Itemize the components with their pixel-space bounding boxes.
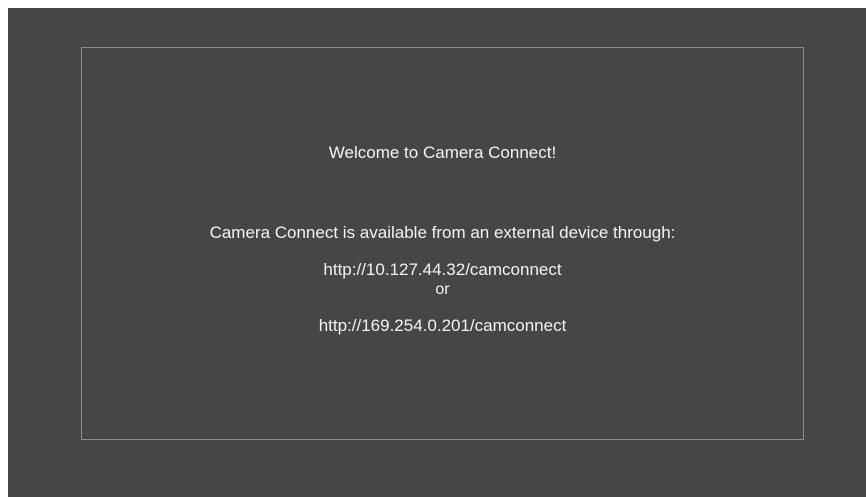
camera-connect-screen: Welcome to Camera Connect! Camera Connec… bbox=[8, 8, 866, 497]
welcome-message: Welcome to Camera Connect! bbox=[328, 143, 557, 162]
url-separator-text: or bbox=[435, 281, 450, 298]
camconnect-url-secondary: http://169.254.0.201/camconnect bbox=[318, 316, 567, 335]
availability-message: Camera Connect is available from an exte… bbox=[209, 223, 676, 242]
welcome-panel: Welcome to Camera Connect! Camera Connec… bbox=[81, 47, 804, 440]
camconnect-url-primary: http://10.127.44.32/camconnect bbox=[323, 260, 562, 279]
